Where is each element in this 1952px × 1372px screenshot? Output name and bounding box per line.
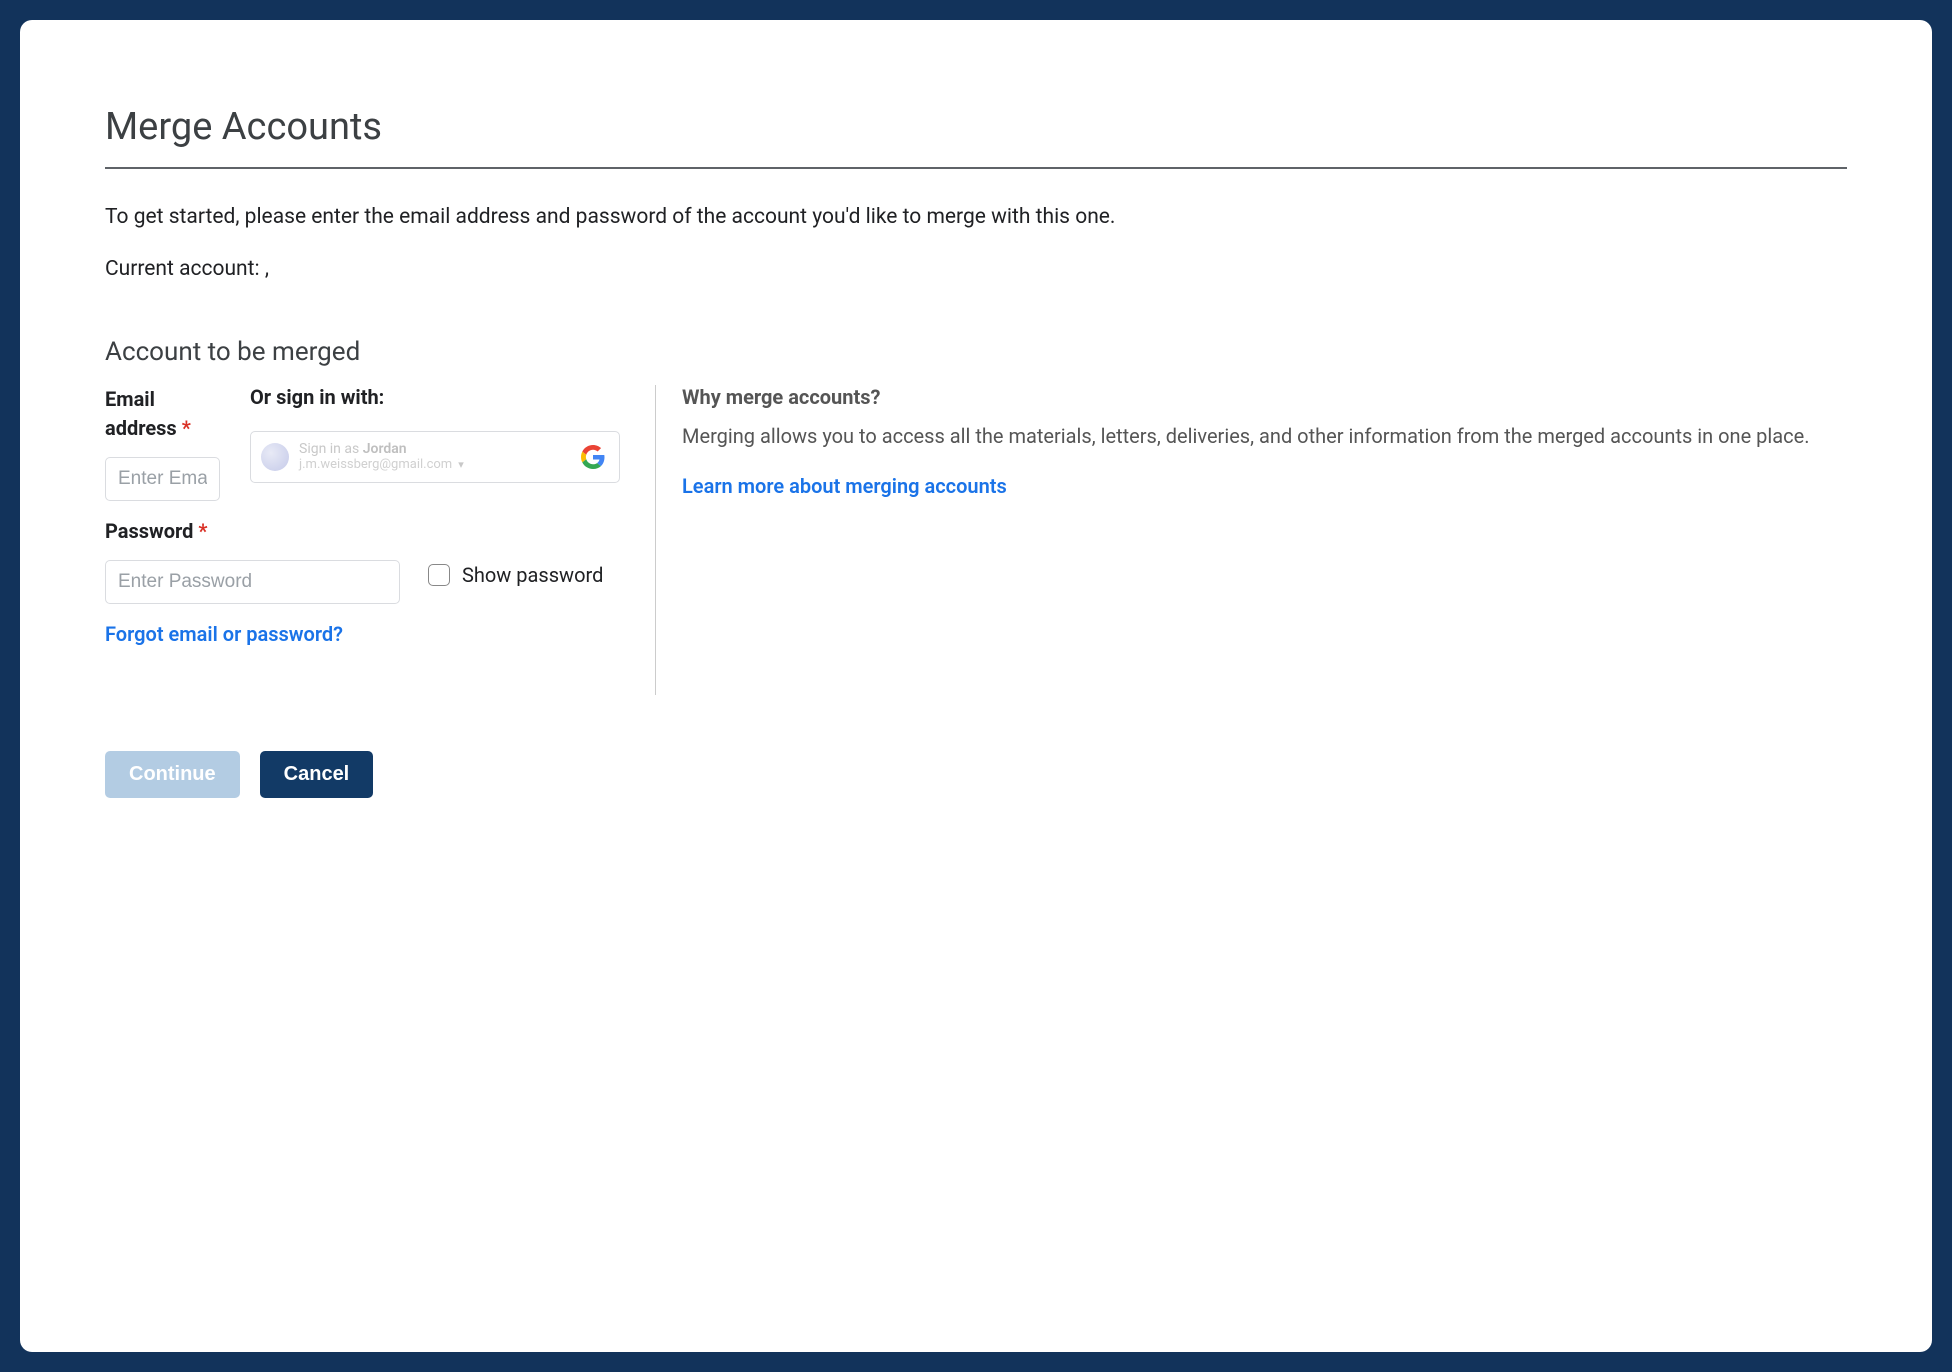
form-column: Email address * Or sign in with: Sign in… bbox=[105, 385, 655, 695]
learn-more-link[interactable]: Learn more about merging accounts bbox=[682, 474, 1007, 498]
google-email: j.m.weissberg@gmail.com bbox=[299, 458, 452, 473]
google-text: Sign in as Jordan j.m.weissberg@gmail.co… bbox=[299, 441, 464, 472]
info-column: Why merge accounts? Merging allows you t… bbox=[678, 385, 1847, 695]
password-input[interactable] bbox=[105, 560, 400, 604]
email-label: Email address * bbox=[105, 385, 230, 443]
info-body: Merging allows you to access all the mat… bbox=[682, 421, 1847, 452]
alt-signin-block: Or sign in with: Sign in as Jordan j.m.w… bbox=[250, 385, 635, 483]
or-signin-label: Or sign in with: bbox=[250, 385, 635, 409]
show-password-label: Show password bbox=[462, 563, 603, 587]
required-mark: * bbox=[182, 416, 191, 440]
password-label: Password * bbox=[105, 517, 208, 546]
google-signin-text: Sign in as Jordan bbox=[299, 441, 464, 457]
content-columns: Email address * Or sign in with: Sign in… bbox=[105, 385, 1847, 695]
google-button-left: Sign in as Jordan j.m.weissberg@gmail.co… bbox=[261, 441, 464, 472]
required-mark: * bbox=[198, 519, 207, 543]
google-email-line: j.m.weissberg@gmail.com ▾ bbox=[299, 458, 464, 473]
google-logo-icon bbox=[581, 445, 605, 469]
email-input[interactable] bbox=[105, 457, 220, 501]
show-password-toggle[interactable]: Show password bbox=[428, 563, 603, 587]
checkbox-icon bbox=[428, 564, 450, 586]
password-label-text: Password bbox=[105, 519, 193, 543]
merge-accounts-card: Merge Accounts To get started, please en… bbox=[20, 20, 1932, 1352]
forgot-link[interactable]: Forgot email or password? bbox=[105, 622, 343, 646]
chevron-down-icon: ▾ bbox=[458, 459, 464, 472]
google-prefix: Sign in as bbox=[299, 441, 363, 457]
google-signin-button[interactable]: Sign in as Jordan j.m.weissberg@gmail.co… bbox=[250, 431, 620, 483]
continue-button[interactable]: Continue bbox=[105, 751, 240, 798]
email-block: Email address * bbox=[105, 385, 230, 501]
form-top-row: Email address * Or sign in with: Sign in… bbox=[105, 385, 635, 501]
current-account-text: Current account: , bbox=[105, 257, 1847, 281]
intro-text: To get started, please enter the email a… bbox=[105, 205, 1847, 229]
google-name: Jordan bbox=[363, 441, 407, 457]
avatar-icon bbox=[261, 443, 289, 471]
email-label-text: Email address bbox=[105, 387, 177, 440]
section-heading: Account to be merged bbox=[105, 337, 1847, 367]
title-divider bbox=[105, 167, 1847, 169]
cancel-button[interactable]: Cancel bbox=[260, 751, 374, 798]
password-block: Password * Show password Forgot email or… bbox=[105, 517, 635, 646]
page-title: Merge Accounts bbox=[105, 105, 1847, 149]
info-heading: Why merge accounts? bbox=[682, 385, 1847, 409]
vertical-divider bbox=[655, 385, 656, 695]
button-row: Continue Cancel bbox=[105, 751, 1847, 798]
password-row: Show password bbox=[105, 546, 635, 604]
